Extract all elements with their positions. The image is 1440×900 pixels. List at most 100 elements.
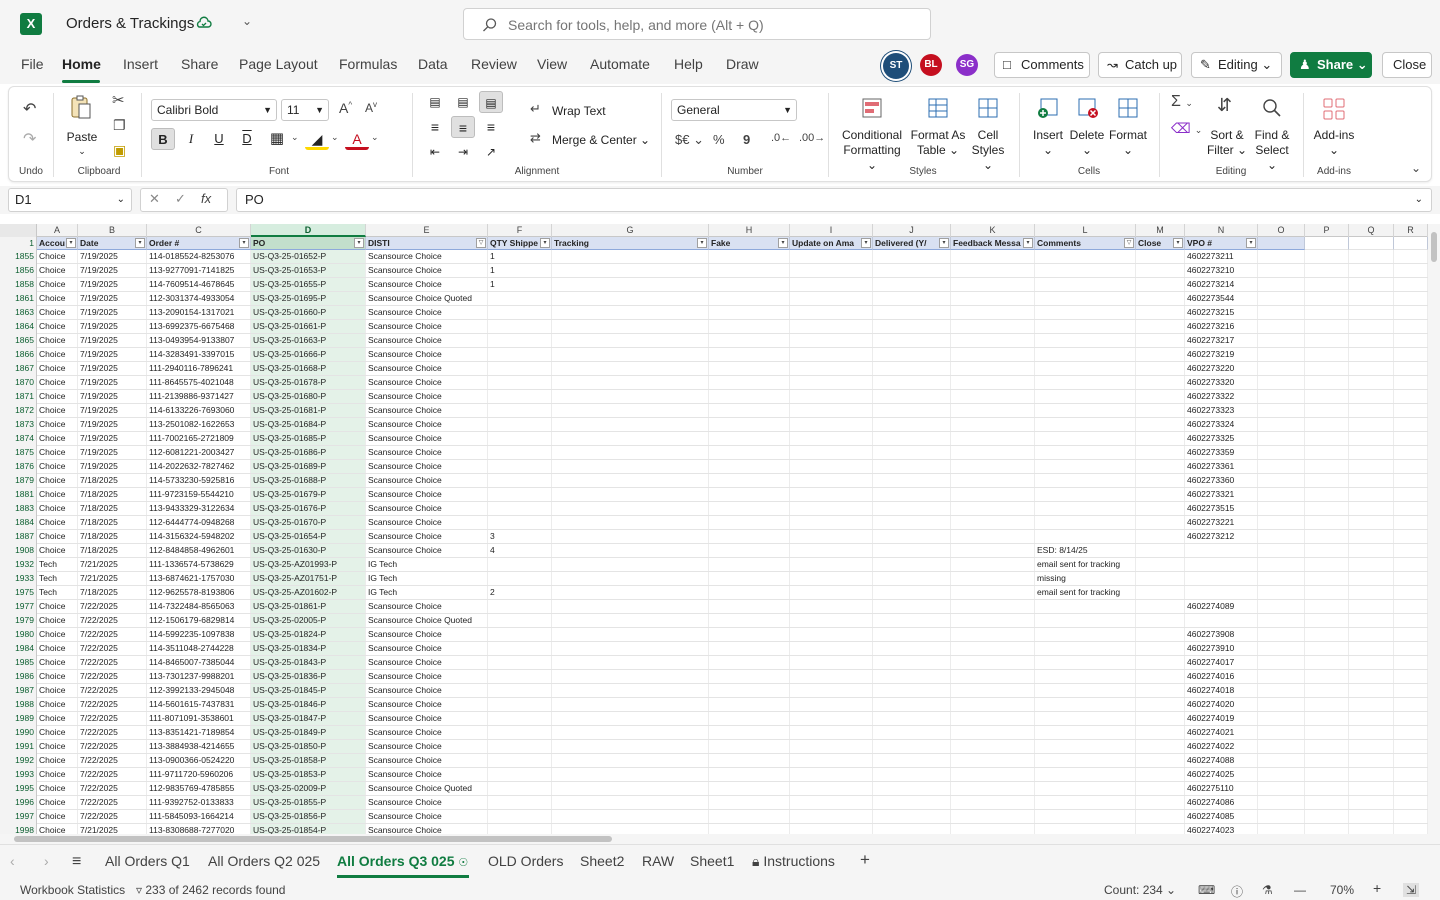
cell[interactable] [1035, 390, 1136, 403]
cell[interactable]: Scansource Choice [366, 670, 488, 683]
cell[interactable] [1394, 670, 1428, 683]
cell[interactable] [1258, 306, 1305, 319]
cell[interactable] [709, 292, 790, 305]
cell[interactable] [488, 782, 552, 795]
tab-automate[interactable]: Automate [590, 56, 650, 72]
cell[interactable] [488, 740, 552, 753]
cell[interactable] [873, 544, 951, 557]
cell[interactable]: Choice [37, 530, 78, 543]
cell[interactable] [1394, 390, 1428, 403]
cell[interactable] [951, 446, 1035, 459]
cell[interactable] [1035, 712, 1136, 725]
cell[interactable]: Choice [37, 670, 78, 683]
cell[interactable] [951, 754, 1035, 767]
cell[interactable]: Choice [37, 446, 78, 459]
row-number[interactable]: 1984 [0, 642, 37, 656]
cell[interactable]: Choice [37, 754, 78, 767]
add-ins-button[interactable]: Add-ins ⌄ [1311, 128, 1357, 158]
cell[interactable]: 114-5733230-5925816 [147, 474, 251, 487]
cell[interactable] [1305, 292, 1349, 305]
cell[interactable] [1136, 768, 1185, 781]
row-number[interactable]: 1881 [0, 488, 37, 502]
cell[interactable] [709, 446, 790, 459]
cell[interactable] [1394, 712, 1428, 725]
cell[interactable] [1349, 572, 1394, 585]
cell[interactable] [488, 516, 552, 529]
cell[interactable] [1305, 656, 1349, 669]
cell[interactable] [873, 432, 951, 445]
row-number[interactable]: 1 [0, 237, 37, 250]
cell[interactable] [873, 250, 951, 263]
cell[interactable] [552, 292, 709, 305]
cell[interactable]: 7/18/2025 [78, 516, 147, 529]
cell[interactable] [1349, 600, 1394, 613]
cell[interactable] [1136, 320, 1185, 333]
cell[interactable] [1258, 698, 1305, 711]
add-ins-icon[interactable] [1322, 97, 1346, 121]
cell[interactable] [951, 390, 1035, 403]
cell[interactable] [873, 712, 951, 725]
cell[interactable] [1394, 348, 1428, 361]
cell[interactable] [951, 544, 1035, 557]
cell[interactable] [790, 754, 873, 767]
cell[interactable] [1349, 516, 1394, 529]
avatar[interactable]: SG [956, 54, 978, 76]
cell[interactable] [873, 586, 951, 599]
cell[interactable]: Scansource Choice [366, 320, 488, 333]
cell[interactable] [1394, 544, 1428, 557]
cell[interactable] [1349, 362, 1394, 375]
cell[interactable] [790, 418, 873, 431]
cell[interactable] [873, 446, 951, 459]
cell[interactable]: Scansource Choice [366, 656, 488, 669]
cell[interactable]: Scansource Choice [366, 348, 488, 361]
cell[interactable]: 7/19/2025 [78, 362, 147, 375]
cell[interactable] [790, 446, 873, 459]
cell[interactable] [1136, 334, 1185, 347]
format-as-table-button[interactable]: Format As Table ⌄ [907, 128, 969, 158]
row-number[interactable]: 1875 [0, 446, 37, 460]
cell[interactable]: Choice [37, 684, 78, 697]
cell[interactable] [1394, 810, 1428, 823]
copy-icon[interactable]: ❐ [113, 117, 126, 134]
cell[interactable] [1258, 614, 1305, 627]
workbook-statistics-button[interactable]: Workbook Statistics [20, 883, 125, 897]
cell[interactable] [1394, 446, 1428, 459]
cell[interactable]: Choice [37, 796, 78, 809]
cell[interactable] [790, 684, 873, 697]
cell[interactable]: 114-8465007-7385044 [147, 656, 251, 669]
cell[interactable] [873, 684, 951, 697]
cell[interactable] [1258, 488, 1305, 501]
search-box[interactable] [463, 8, 931, 40]
cell[interactable] [951, 670, 1035, 683]
cell[interactable] [1305, 418, 1349, 431]
cell[interactable] [488, 628, 552, 641]
cell[interactable] [1035, 264, 1136, 277]
cell[interactable] [488, 684, 552, 697]
cell[interactable] [552, 516, 709, 529]
cell[interactable] [1305, 810, 1349, 823]
cell[interactable]: Choice [37, 824, 78, 834]
cell[interactable] [951, 796, 1035, 809]
chevron-down-icon[interactable]: ⌄ [117, 189, 125, 211]
cell[interactable]: 4602273544 [1185, 292, 1258, 305]
cell[interactable] [790, 432, 873, 445]
cell[interactable]: 4602274085 [1185, 810, 1258, 823]
cell[interactable] [1136, 362, 1185, 375]
cell[interactable]: US-Q3-25-01847-P [251, 712, 366, 725]
cell[interactable]: 4602273220 [1185, 362, 1258, 375]
column-header-i[interactable]: I [790, 224, 873, 237]
filter-dropdown-icon[interactable]: ▾ [697, 238, 707, 248]
avatar[interactable]: ST [883, 53, 909, 79]
cell[interactable] [1136, 488, 1185, 501]
cell[interactable] [1185, 586, 1258, 599]
cell[interactable] [1136, 250, 1185, 263]
cell[interactable] [1258, 726, 1305, 739]
cell[interactable]: 112-9835769-4785855 [147, 782, 251, 795]
cell[interactable] [1305, 516, 1349, 529]
cell[interactable]: 4602273214 [1185, 278, 1258, 291]
cell[interactable]: Scansource Choice [366, 628, 488, 641]
cell[interactable]: 4602273322 [1185, 390, 1258, 403]
cell[interactable] [1349, 264, 1394, 277]
cell[interactable] [488, 698, 552, 711]
cell[interactable]: 1 [488, 278, 552, 291]
